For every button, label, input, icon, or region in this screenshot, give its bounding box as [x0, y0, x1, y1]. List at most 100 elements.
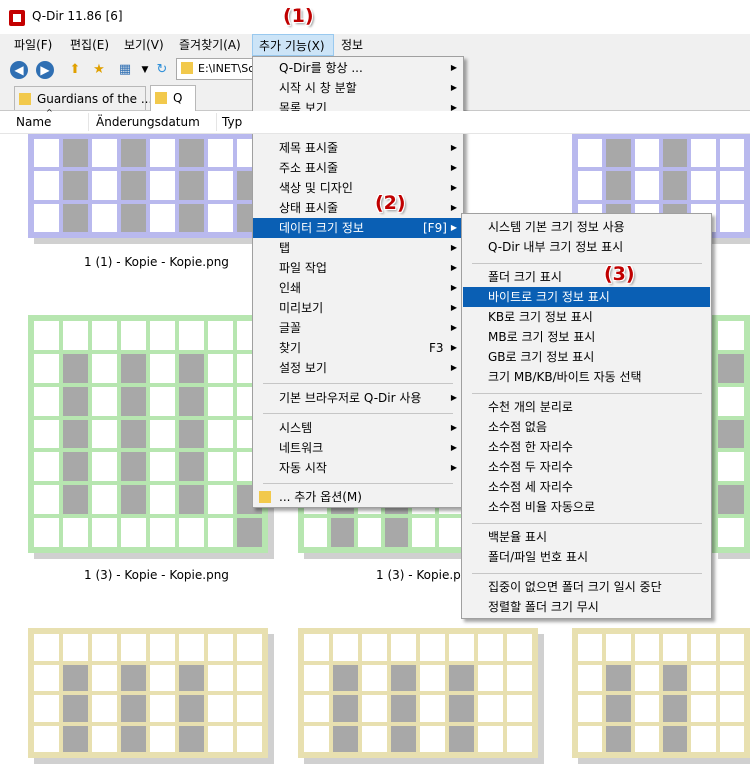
column-name[interactable]: Name [16, 115, 51, 129]
submenu-item-three-decimal[interactable]: 소수점 세 자리수 [462, 477, 711, 497]
thumbnail-cell [663, 695, 688, 722]
thumbnail-cell [121, 386, 146, 416]
submenu-item-percent[interactable]: 백분율 표시 [462, 527, 711, 547]
thumbnail-cell [92, 725, 117, 752]
menu-item-statusbar[interactable]: 상태 표시줄 ▶ [253, 198, 463, 218]
submenu-item-ignore-sort[interactable]: 정렬할 폴더 크기 무시 [462, 597, 711, 617]
menu-item-always[interactable]: Q-Dir를 항상 ... ▶ [253, 58, 463, 78]
menu-item-default-browser[interactable]: 기본 브라우저로 Q-Dir 사용 ▶ [253, 388, 463, 408]
menu-item-view-settings[interactable]: 설정 보기 ▶ [253, 358, 463, 378]
submenu-item-one-decimal[interactable]: 소수점 한 자리수 [462, 437, 711, 457]
tab-label: Guardians of the ... [37, 92, 153, 106]
file-thumbnail[interactable] [712, 315, 750, 553]
column-divider[interactable] [216, 113, 217, 131]
menu-item-label: 백분율 표시 [488, 530, 548, 544]
refresh-icon[interactable]: ↻ [153, 61, 171, 79]
menu-item-label: 기본 브라우저로 Q-Dir 사용 [279, 391, 422, 405]
menu-item-preview[interactable]: 미리보기 ▶ [253, 298, 463, 318]
menu-extras[interactable]: 추가 기능(X) [252, 34, 334, 56]
thumbnail-cell [719, 725, 744, 752]
submenu-item-folder-size[interactable]: 폴더 크기 표시 [462, 267, 711, 287]
tab-guardians[interactable]: Guardians of the ... [14, 86, 152, 110]
submenu-item-bytes[interactable]: 바이트로 크기 정보 표시 [463, 287, 710, 307]
menu-item-tabs[interactable]: 탭 ▶ [253, 238, 463, 258]
sort-up-icon: ^ [46, 108, 53, 117]
tab-q[interactable]: Q [150, 85, 196, 111]
file-thumbnail[interactable] [572, 628, 750, 758]
submenu-item-pause-unfocused[interactable]: 집중이 없으면 폴더 크기 일시 중단 [462, 577, 711, 597]
thumbnail-cell [578, 725, 603, 752]
submenu-item-qdir-size[interactable]: Q-Dir 내부 크기 정보 표시 [462, 237, 711, 257]
menu-item-label: GB로 크기 정보 표시 [488, 350, 595, 364]
app-icon[interactable] [9, 10, 25, 26]
thumbnail-cell [449, 664, 474, 691]
menu-favorites[interactable]: 즐겨찾기(A) [173, 34, 247, 56]
up-folder-icon[interactable]: ⬆ [66, 61, 84, 79]
file-caption[interactable]: 1 (1) - Kopie - Kopie.png [84, 255, 229, 269]
submenu-item-gb[interactable]: GB로 크기 정보 표시 [462, 347, 711, 367]
thumbnail-cell [208, 386, 233, 416]
submenu-item-system-size[interactable]: 시스템 기본 크기 정보 사용 [462, 217, 711, 237]
address-text[interactable]: E:\INET\Sc [198, 62, 254, 75]
thumbnail-cell [179, 664, 204, 691]
submenu-item-two-decimal[interactable]: 소수점 두 자리수 [462, 457, 711, 477]
new-folder-icon[interactable]: ★ [90, 61, 108, 79]
menu-item-autostart[interactable]: 자동 시작 ▶ [253, 458, 463, 478]
thumbnail-cell [507, 695, 532, 722]
menu-item-find[interactable]: 찾기 F3 ▶ [253, 338, 463, 358]
thumbnail-cell [634, 664, 659, 691]
menu-item-colors[interactable]: 색상 및 디자인 ▶ [253, 178, 463, 198]
menu-item-addressbar[interactable]: 주소 표시줄 ▶ [253, 158, 463, 178]
column-modified[interactable]: Änderungsdatum [96, 115, 200, 129]
submenu-item-file-count[interactable]: 폴더/파일 번호 표시 [462, 547, 711, 567]
thumbnail-cell [237, 634, 262, 661]
menu-separator [263, 483, 453, 484]
menu-item-data-size[interactable]: 데이터 크기 정보 [F9] ▶ [253, 218, 463, 238]
menu-item-system[interactable]: 시스템 ▶ [253, 418, 463, 438]
menu-item-more-options[interactable]: ... 추가 옵션(M) [253, 487, 463, 507]
thumbnail-cell [34, 695, 59, 722]
thumbnail-cell [719, 203, 744, 232]
forward-icon[interactable]: ▶ [36, 61, 54, 79]
thumbnail-cell [121, 518, 146, 547]
submenu-item-no-decimal[interactable]: 소수점 없음 [462, 417, 711, 437]
menu-item-font[interactable]: 글꼴 ▶ [253, 318, 463, 338]
file-thumbnail[interactable] [28, 628, 268, 758]
back-icon[interactable]: ◀ [10, 61, 28, 79]
data-size-submenu: 시스템 기본 크기 정보 사용 Q-Dir 내부 크기 정보 표시 폴더 크기 … [461, 213, 712, 619]
menu-item-split[interactable]: 시작 시 창 분할 ▶ [253, 78, 463, 98]
thumbnail-cell [385, 518, 408, 547]
menu-file[interactable]: 파일(F) [8, 34, 58, 56]
view-dropdown-icon[interactable]: ▼ [136, 61, 154, 79]
thumbnail-cell [121, 353, 146, 383]
submenu-item-auto-unit[interactable]: 크기 MB/KB/바이트 자동 선택 [462, 367, 711, 387]
menu-edit[interactable]: 편집(E) [64, 34, 115, 56]
submenu-arrow-icon: ▶ [450, 363, 457, 372]
thumbnail-cell [362, 695, 387, 722]
thumbnail-cell [391, 695, 416, 722]
submenu-arrow-icon: ▶ [450, 263, 457, 272]
file-thumbnail[interactable] [28, 315, 268, 553]
file-caption[interactable]: 1 (3) - Kopie - Kopie.png [84, 568, 229, 582]
menu-item-file-ops[interactable]: 파일 작업 ▶ [253, 258, 463, 278]
submenu-item-kb[interactable]: KB로 크기 정보 표시 [462, 307, 711, 327]
menu-item-print[interactable]: 인쇄 ▶ [253, 278, 463, 298]
file-thumbnail[interactable] [298, 628, 538, 758]
thumbnail-cell [663, 171, 688, 200]
thumbnail-cell [150, 725, 175, 752]
menu-item-titlebar[interactable]: 제목 표시줄 ▶ [253, 138, 463, 158]
column-divider[interactable] [88, 113, 89, 131]
thumbnail-cell [663, 139, 688, 168]
submenu-item-auto-decimal[interactable]: 소수점 비율 자동으로 [462, 497, 711, 517]
file-thumbnail[interactable] [28, 133, 268, 238]
menu-view[interactable]: 보기(V) [118, 34, 170, 56]
thumbnail-cell [92, 518, 117, 547]
menu-item-label: 시스템 [279, 421, 313, 435]
menu-info[interactable]: 정보 [335, 34, 369, 56]
submenu-item-mb[interactable]: MB로 크기 정보 표시 [462, 327, 711, 347]
submenu-item-thousands[interactable]: 수천 개의 분리로 [462, 397, 711, 417]
menu-item-network[interactable]: 네트워크 ▶ [253, 438, 463, 458]
view-mode-icon[interactable]: ▦ [116, 61, 134, 79]
column-type[interactable]: Typ [222, 115, 242, 129]
thumbnail-cell [179, 139, 204, 168]
